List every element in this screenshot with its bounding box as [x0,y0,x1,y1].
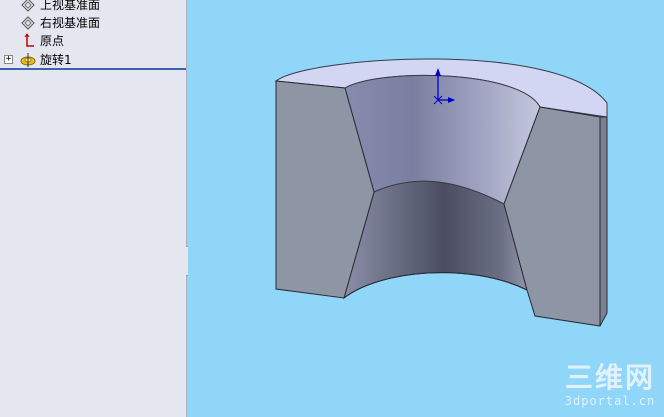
watermark-logo: 三维网 [564,361,655,394]
tree-item-label: 右视基准面 [40,16,101,30]
tree-item-label: 上视基准面 [40,0,101,12]
outer-cylinder-edge [599,116,608,327]
expand-button[interactable]: + [4,55,13,64]
graphics-viewport[interactable] [188,0,664,417]
tree-item-label: 旋转1 [40,53,72,67]
feature-manager-tree: 上视基准面 右视基准面 原点 + 旋转1 [0,0,187,417]
watermark-url: 3dportal.cn [564,394,656,408]
origin-icon [20,33,36,49]
watermark: 三维网 3dportal.cn [560,362,660,414]
tree-divider [0,68,186,70]
tree-item-top-plane[interactable]: 上视基准面 [0,0,186,14]
3d-model-section-view [274,58,608,327]
tree-item-revolve1[interactable]: + 旋转1 [0,51,186,69]
tree-item-origin[interactable]: 原点 [0,32,186,50]
tree-item-right-plane[interactable]: 右视基准面 [0,14,186,32]
plane-icon [20,15,36,31]
revolve-feature-icon [20,52,36,68]
plane-icon [20,0,36,13]
tree-item-label: 原点 [40,34,65,48]
